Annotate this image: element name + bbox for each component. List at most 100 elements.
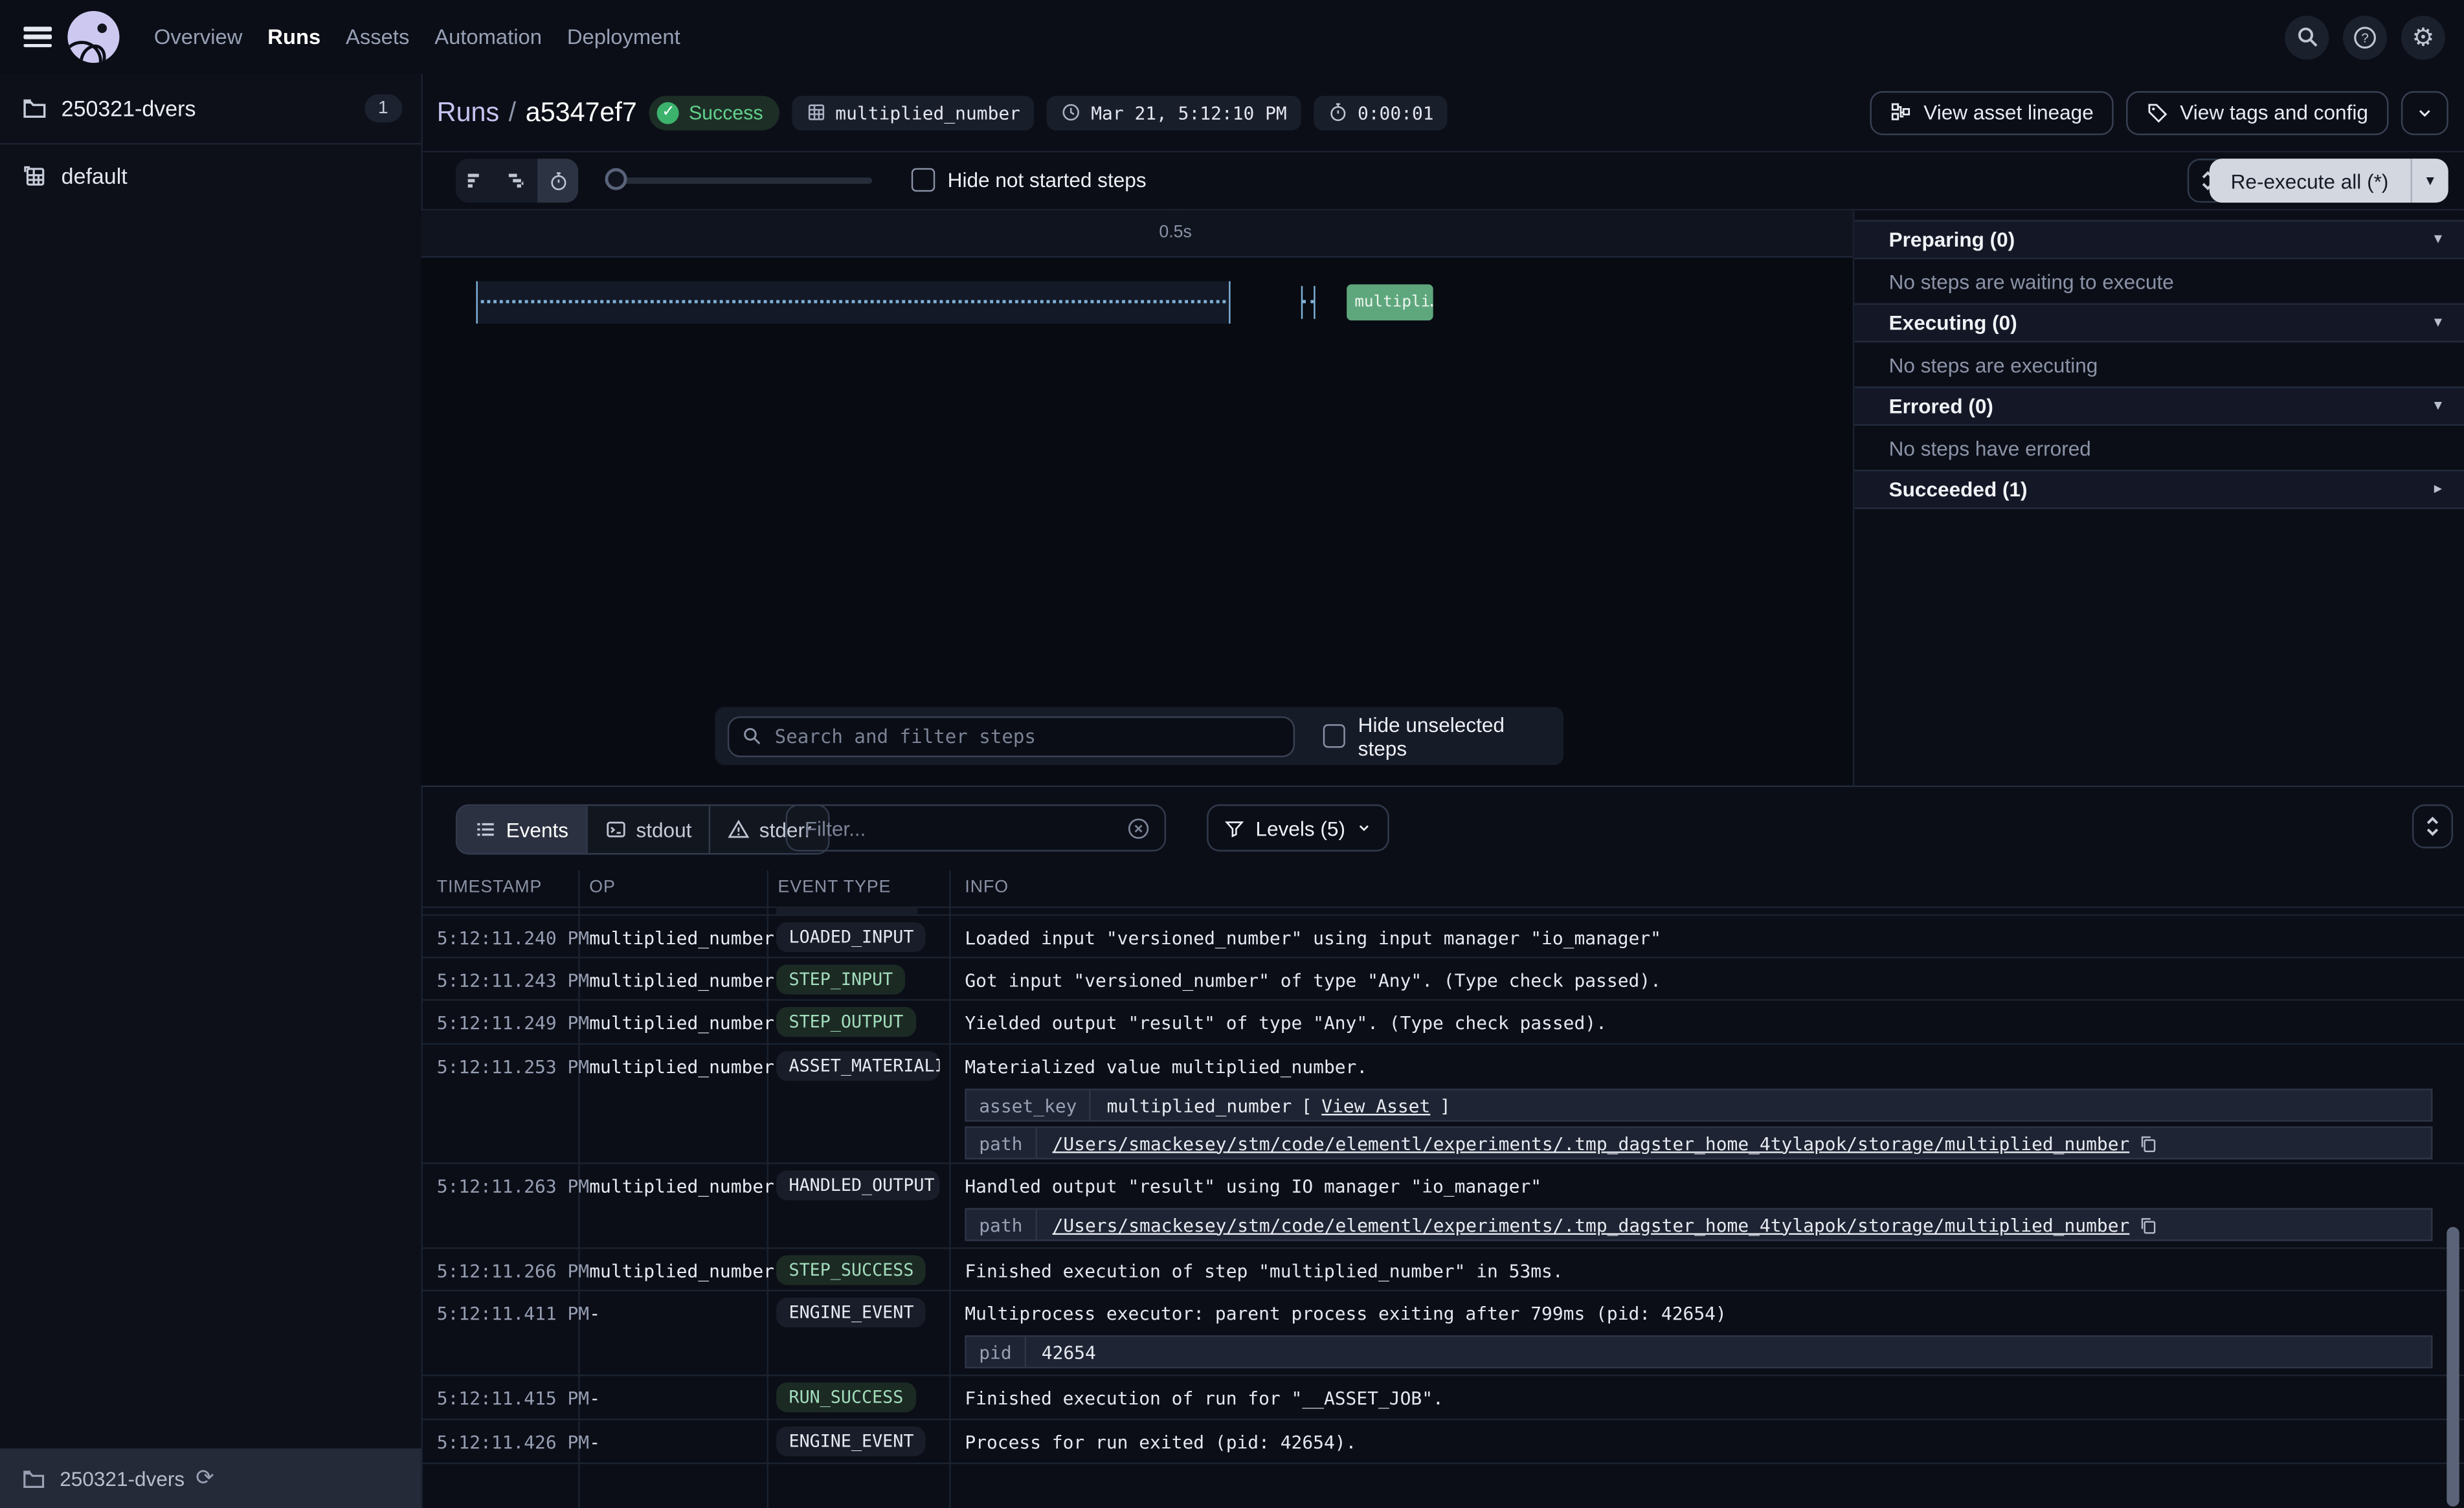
dagster-run-page: Overview Runs Assets Automation Deployment ?… — [0, 0, 2464, 1508]
event-row[interactable]: 5:12:11.240 PMmultiplied_numberLOADED_IN… — [421, 916, 2464, 959]
step-section-header[interactable]: Errored (0)▾ — [1854, 386, 2464, 426]
event-type-cell: LOADED_INPUT — [767, 916, 950, 957]
event-op: multiplied_number — [578, 1001, 767, 1043]
vertical-scrollbar[interactable] — [2447, 1227, 2459, 1507]
nav-item-deployment[interactable]: Deployment — [567, 25, 680, 49]
event-type-cell: RUN_SUCCESS — [767, 1376, 950, 1419]
sidebar-item-code-location[interactable]: 250321-dvers 1 — [0, 74, 421, 144]
terminal-icon — [605, 819, 627, 841]
view-mode-gantt-waterfall[interactable] — [497, 159, 537, 203]
caret-down-icon: ▾ — [2434, 231, 2442, 249]
event-row[interactable]: 5:12:11.415 PM-RUN_SUCCESSFinished execu… — [421, 1376, 2464, 1420]
header-more-button[interactable] — [2401, 91, 2448, 135]
breadcrumb-separator: / — [509, 96, 516, 128]
metadata-entry: path/Users/smackesey/stm/code/elementl/e… — [965, 1126, 2432, 1159]
stopwatch-icon — [1328, 102, 1349, 123]
event-type-badge: ASSET_MATERIALI… — [776, 1051, 939, 1081]
view-mode-gantt-flat[interactable] — [456, 159, 497, 203]
expand-log-button[interactable] — [2412, 804, 2453, 848]
event-type-cell: ENGINE_EVENT — [767, 1420, 950, 1463]
copy-icon[interactable] — [2139, 1215, 2158, 1234]
nav-item-runs[interactable]: Runs — [267, 25, 320, 49]
log-tabs: Eventsstdoutstderr — [456, 804, 831, 855]
metadata-key: path — [967, 1210, 1037, 1239]
zoom-slider-knob[interactable] — [605, 168, 627, 190]
event-row-clipped — [421, 907, 2464, 916]
levels-dropdown[interactable]: Levels (5) — [1207, 804, 1389, 852]
nav-item-assets[interactable]: Assets — [346, 25, 409, 49]
hide-not-started-checkbox[interactable]: Hide not started steps — [912, 168, 1147, 192]
settings-button[interactable]: ⚙ — [2401, 15, 2445, 59]
event-info-text: Got input "versioned_number" of type "An… — [965, 970, 2464, 992]
event-timestamp: 5:12:11.243 PM — [421, 959, 579, 999]
event-info-text: Handled output "result" using IO manager… — [965, 1175, 2464, 1197]
help-button[interactable]: ? — [2343, 15, 2387, 59]
metadata-key: pid — [967, 1337, 1026, 1367]
zoom-slider[interactable] — [605, 177, 873, 184]
event-row[interactable]: 5:12:11.411 PM-ENGINE_EVENTMultiprocess … — [421, 1291, 2464, 1376]
view-mode-stopwatch[interactable] — [537, 159, 578, 203]
event-type-badge: RUN_SUCCESS — [776, 1382, 916, 1412]
event-row[interactable]: 5:12:11.266 PMmultiplied_numberSTEP_SUCC… — [421, 1249, 2464, 1292]
tag-icon — [2147, 102, 2169, 124]
search-button[interactable] — [2285, 15, 2329, 59]
reexecute-all-button[interactable]: Re-execute all (*) — [2209, 159, 2411, 203]
help-icon: ? — [2353, 25, 2378, 50]
run-tag: Mar 21, 5:12:10 PM — [1047, 95, 1301, 129]
event-row[interactable]: 5:12:11.243 PMmultiplied_numberSTEP_INPU… — [421, 959, 2464, 1001]
dagster-logo[interactable] — [67, 11, 119, 63]
log-filter-input[interactable] — [801, 815, 1117, 841]
event-row[interactable]: 5:12:11.426 PM-ENGINE_EVENTProcess for r… — [421, 1420, 2464, 1464]
step-section-header[interactable]: Preparing (0)▾ — [1854, 220, 2464, 260]
metadata-key: asset_key — [967, 1091, 1092, 1120]
hide-unselected-checkbox[interactable]: Hide unselected steps — [1323, 713, 1551, 760]
event-type-badge: STEP_OUTPUT — [776, 1007, 916, 1037]
path-link[interactable]: /Users/smackesey/stm/code/elementl/exper… — [1053, 1214, 2130, 1236]
run-id: a5347ef7 — [526, 96, 637, 128]
log-filter-input-wrap[interactable] — [786, 804, 1166, 852]
event-type-badge: LOADED_INPUT — [776, 922, 926, 952]
nav-actions: ?⚙ — [2285, 15, 2445, 59]
view-asset-lineage-button[interactable]: View asset lineage — [1870, 91, 2114, 135]
event-row[interactable]: 5:12:11.263 PMmultiplied_numberHANDLED_O… — [421, 1164, 2464, 1249]
event-info-text: Process for run exited (pid: 42654). — [965, 1431, 2464, 1453]
event-op: multiplied_number — [578, 1045, 767, 1162]
event-info-text: Materialized value multiplied_number. — [965, 1056, 2464, 1078]
svg-text:?: ? — [2361, 30, 2368, 45]
asset-group-icon — [22, 163, 47, 188]
main-content: Runs / a5347ef7 ✓ Success multiplied_num… — [421, 74, 2464, 1508]
event-row[interactable]: 5:12:11.249 PMmultiplied_numberSTEP_OUTP… — [421, 1001, 2464, 1045]
hamburger-menu-icon[interactable] — [23, 27, 52, 47]
sidebar-footer[interactable]: 250321-dvers ⟳ — [0, 1448, 421, 1508]
gantt-step-bar[interactable]: multipli… — [1347, 284, 1433, 320]
top-nav: Overview Runs Assets Automation Deployment ?… — [0, 0, 2464, 74]
event-log-panel: Eventsstdoutstderr Levels (5) TIMESTAMPO… — [421, 786, 2464, 1508]
run-header: Runs / a5347ef7 ✓ Success multiplied_num… — [421, 74, 2464, 152]
breadcrumb-runs-link[interactable]: Runs — [437, 96, 499, 128]
gantt-search-overlay: Hide unselected steps — [715, 707, 1563, 765]
clear-filter-icon[interactable] — [1126, 816, 1150, 839]
checkbox-box[interactable] — [912, 168, 935, 192]
path-link[interactable]: /Users/smackesey/stm/code/elementl/exper… — [1053, 1132, 2130, 1154]
tab-events[interactable]: Events — [457, 806, 585, 853]
run-actions: View asset lineage View tags and config — [1870, 91, 2448, 135]
event-timestamp: 5:12:11.266 PM — [421, 1249, 579, 1290]
column-header: EVENT TYPE — [767, 870, 950, 907]
step-section-header[interactable]: Succeeded (1)▸ — [1854, 470, 2464, 509]
view-asset-link[interactable]: View Asset — [1321, 1094, 1430, 1116]
step-search-input-wrap[interactable] — [728, 716, 1295, 757]
refresh-icon[interactable]: ⟳ — [196, 1466, 214, 1491]
tab-stdout[interactable]: stdout — [586, 806, 709, 853]
reexecute-split-button[interactable]: Re-execute all (*) ▾ — [2209, 159, 2448, 203]
gantt-panel: 0.5s multipli… Hide unselected steps — [421, 209, 2464, 786]
view-tags-config-button[interactable]: View tags and config — [2127, 91, 2389, 135]
step-section-header[interactable]: Executing (0)▾ — [1854, 303, 2464, 342]
copy-icon[interactable] — [2139, 1133, 2158, 1152]
event-row[interactable]: 5:12:11.253 PMmultiplied_numberASSET_MAT… — [421, 1045, 2464, 1164]
nav-item-overview[interactable]: Overview — [154, 25, 243, 49]
sidebar-item-default[interactable]: default — [0, 144, 421, 207]
nav-item-automation[interactable]: Automation — [434, 25, 542, 49]
step-search-input[interactable] — [772, 724, 1281, 749]
reexecute-dropdown-caret[interactable]: ▾ — [2410, 159, 2448, 203]
checkbox-box[interactable] — [1323, 724, 1345, 748]
